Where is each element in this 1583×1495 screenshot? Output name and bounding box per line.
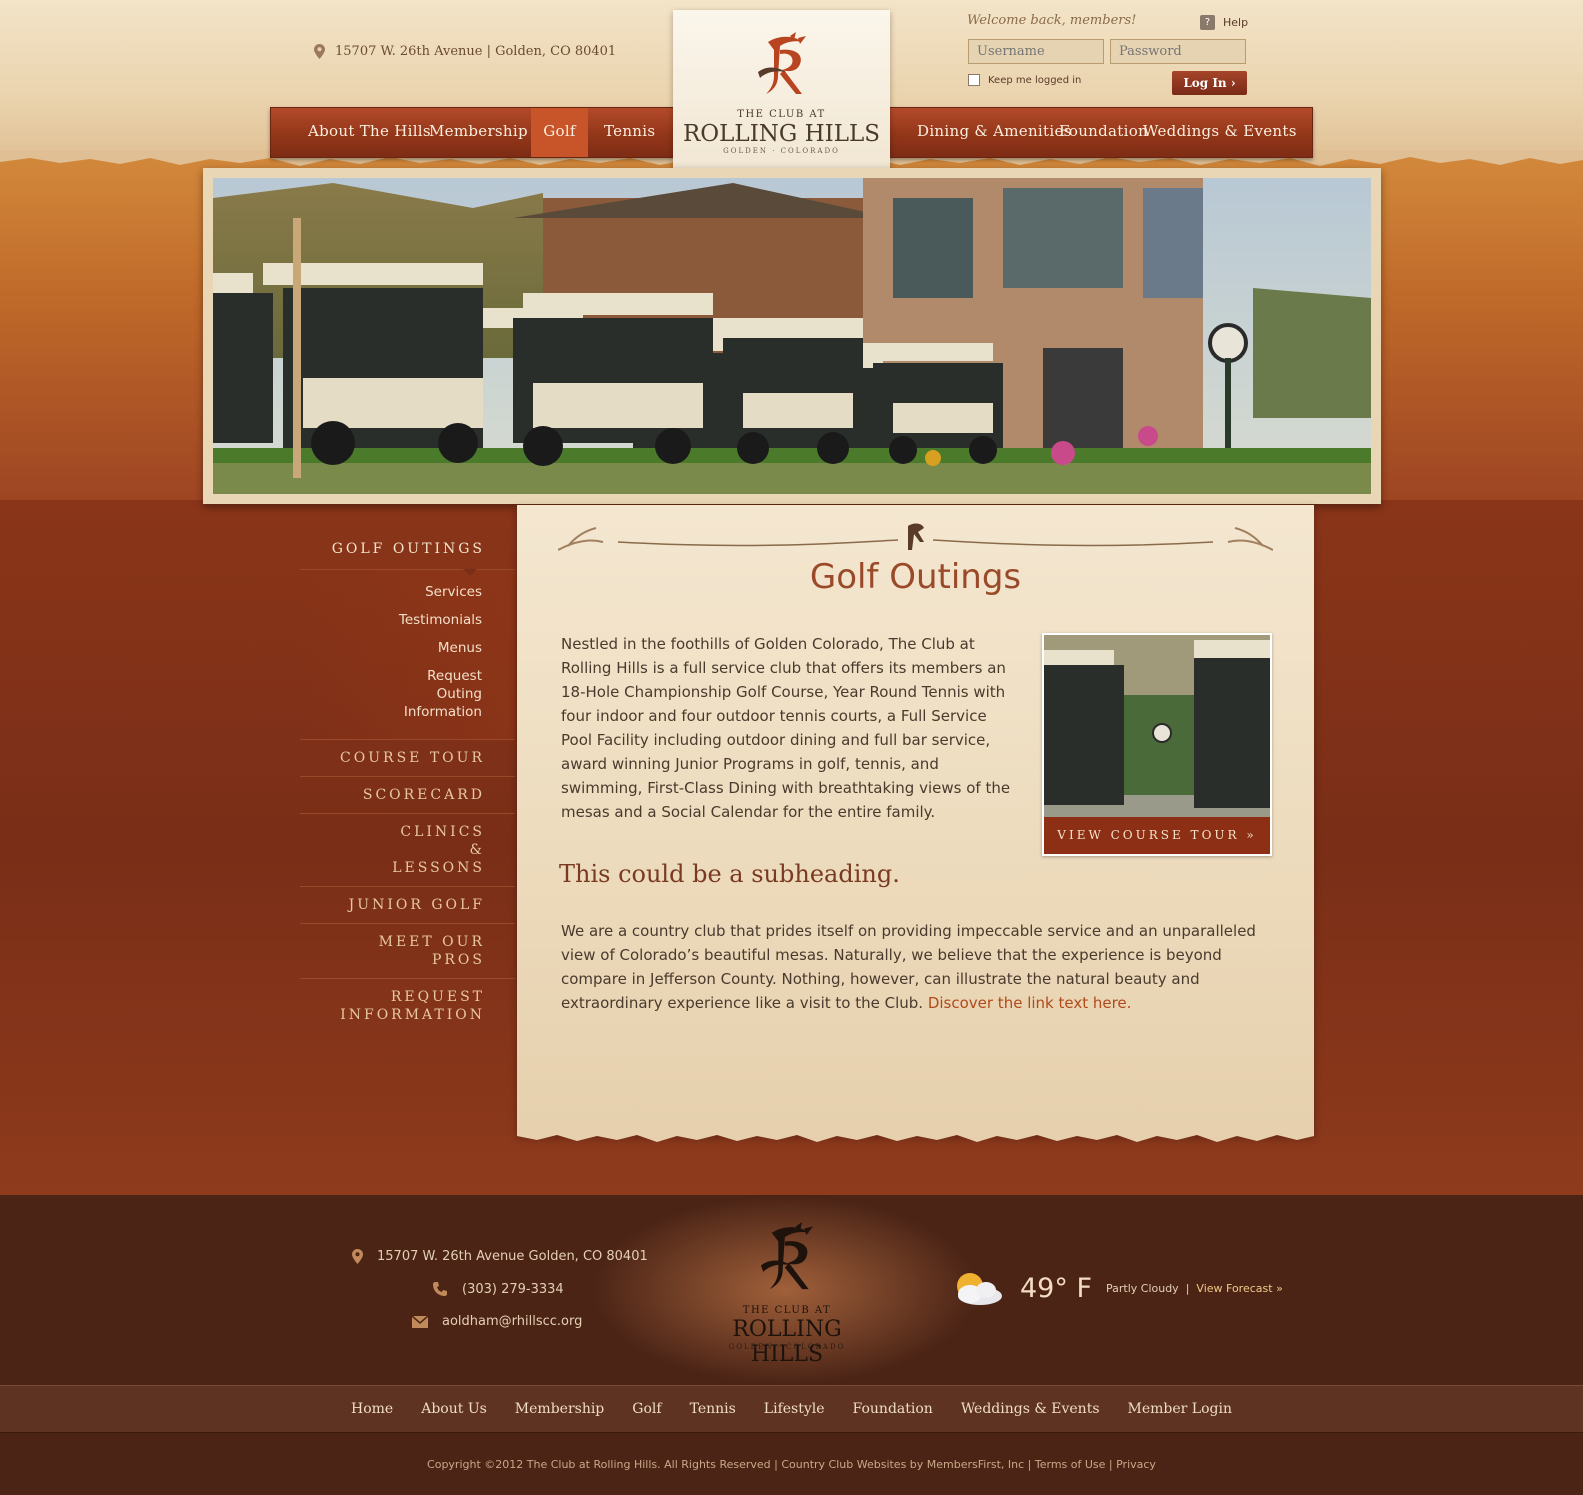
- footer-nav-lifestyle[interactable]: Lifestyle: [764, 1401, 825, 1417]
- footer-nav-membership[interactable]: Membership: [515, 1401, 604, 1417]
- course-tour-thumbnail: [1044, 635, 1270, 817]
- sidebar-nav: GOLF OUTINGS Services Testimonials Menus…: [300, 530, 515, 1033]
- partly-cloudy-icon: [957, 1273, 1002, 1305]
- phone-icon: [433, 1282, 447, 1296]
- logo-location-text: GOLDEN · COLORADO: [723, 147, 840, 155]
- footer-logo-location: GOLDEN · COLORADO: [728, 1343, 846, 1351]
- footer-email: aoldham@rhillscc.org: [412, 1314, 582, 1329]
- help-icon: ?: [1200, 15, 1215, 30]
- password-field[interactable]: [1110, 39, 1246, 64]
- view-course-tour-button[interactable]: VIEW COURSE TOUR »: [1044, 817, 1270, 854]
- nav-foundation[interactable]: Foundation: [1059, 108, 1148, 157]
- keep-logged-in-checkbox[interactable]: [968, 74, 980, 86]
- footer-nav-about-us[interactable]: About Us: [421, 1401, 487, 1417]
- nav-about-the-hills[interactable]: About The Hills: [308, 108, 431, 157]
- footer-address-text: 15707 W. 26th Avenue Golden, CO 80401: [377, 1249, 648, 1264]
- footer-nav-member-login[interactable]: Member Login: [1128, 1401, 1232, 1417]
- discover-link[interactable]: Discover the link text here.: [928, 994, 1132, 1012]
- keep-logged-in-label: Keep me logged in: [988, 74, 1082, 86]
- page-title: Golf Outings: [809, 557, 1022, 597]
- header-address: 15707 W. 26th Avenue | Golden, CO 80401: [314, 44, 616, 59]
- footer-address: 15707 W. 26th Avenue Golden, CO 80401: [352, 1249, 648, 1264]
- content-paragraph-text: We are a country club that prides itself…: [561, 922, 1256, 1012]
- nav-weddings-events[interactable]: Weddings & Events: [1143, 108, 1297, 157]
- footer-phone-text: (303) 279-3334: [462, 1281, 564, 1297]
- temperature: 49° F: [1020, 1272, 1092, 1304]
- content-paragraph: We are a country club that prides itself…: [561, 919, 1276, 1015]
- sidebar-item-junior-golf[interactable]: JUNIOR GOLF: [300, 887, 515, 924]
- header-address-text: 15707 W. 26th Avenue | Golden, CO 80401: [335, 44, 617, 59]
- nav-tennis[interactable]: Tennis: [604, 108, 655, 157]
- weather-condition-text: Partly Cloudy: [1105, 1281, 1179, 1295]
- weather-widget: 49° F Partly Cloudy | View Forecast »: [946, 1268, 1283, 1308]
- footer-nav-golf[interactable]: Golf: [632, 1401, 661, 1417]
- sidebar-subnav: Services Testimonials Menus Request Outi…: [300, 570, 515, 740]
- view-forecast-link[interactable]: View Forecast »: [1196, 1282, 1282, 1295]
- nav-dining-amenities[interactable]: Dining & Amenities: [917, 108, 1072, 157]
- footer-nav: Home About Us Membership Golf Tennis Lif…: [0, 1385, 1583, 1433]
- copyright: Copyright ©2012 The Club at Rolling Hill…: [427, 1458, 1156, 1471]
- location-pin-icon: [314, 44, 325, 59]
- help-link[interactable]: ? Help: [1200, 15, 1248, 30]
- content-subheading: This could be a subheading.: [559, 860, 900, 888]
- main-nav-right: Dining & Amenities Foundation Weddings &…: [888, 107, 1313, 158]
- footer-nav-foundation[interactable]: Foundation: [853, 1401, 933, 1417]
- login-button[interactable]: Log In ›: [1172, 71, 1247, 95]
- sidebar-subitem-menus[interactable]: Menus: [300, 639, 482, 657]
- sidebar-item-scorecard[interactable]: SCORECARD: [300, 777, 515, 814]
- clubhouse-golf-carts-photo: [213, 178, 1371, 494]
- footer-email-text[interactable]: aoldham@rhillscc.org: [442, 1314, 582, 1329]
- chevron-right-icon: ›: [1230, 76, 1236, 90]
- site-logo[interactable]: THE CLUB AT ROLLING HILLS GOLDEN · COLOR…: [673, 10, 890, 175]
- content-panel: Golf Outings Nestled in the foothills of…: [517, 505, 1314, 1135]
- rolling-hills-logo-icon: [758, 32, 806, 94]
- email-icon: [412, 1315, 428, 1328]
- keep-logged-in[interactable]: Keep me logged in: [968, 74, 1081, 86]
- welcome-message: Welcome back, members!: [967, 13, 1137, 28]
- sidebar-item-request-information[interactable]: REQUEST INFORMATION: [300, 979, 515, 1033]
- weather-separator: |: [1185, 1281, 1190, 1295]
- footer-nav-home[interactable]: Home: [351, 1401, 393, 1417]
- footer-nav-tennis[interactable]: Tennis: [690, 1401, 736, 1417]
- footer-logo-big: ROLLING HILLS: [732, 1317, 842, 1367]
- nav-membership[interactable]: Membership: [429, 108, 528, 157]
- sidebar-item-clinics-lessons[interactable]: CLINICS & LESSONS: [300, 814, 515, 887]
- help-label: Help: [1223, 16, 1249, 29]
- hero-image: [203, 168, 1381, 504]
- content-torn-edge: [517, 1130, 1314, 1142]
- sidebar-item-course-tour[interactable]: COURSE TOUR: [300, 740, 515, 777]
- weather-condition: Partly Cloudy | View Forecast »: [1106, 1282, 1283, 1295]
- sidebar-subitem-services[interactable]: Services: [300, 583, 482, 601]
- footer-phone: (303) 279-3334: [432, 1281, 564, 1297]
- footer-logo[interactable]: THE CLUB AT ROLLING HILLS GOLDEN · COLOR…: [697, 1222, 877, 1367]
- rolling-hills-logo-icon: [761, 1222, 813, 1290]
- ornament-divider-icon: [558, 523, 1273, 551]
- sidebar-subitem-request-outing[interactable]: Request Outing Information: [300, 667, 482, 721]
- sidebar-heading[interactable]: GOLF OUTINGS: [300, 530, 515, 576]
- main-nav-left: About The Hills Membership Golf Tennis: [270, 107, 675, 158]
- logo-big-text: ROLLING HILLS: [682, 121, 881, 147]
- intro-paragraph: Nestled in the foothills of Golden Color…: [561, 635, 1011, 821]
- username-field[interactable]: [968, 39, 1104, 64]
- location-pin-icon: [352, 1249, 363, 1264]
- sidebar-item-meet-our-pros[interactable]: MEET OUR PROS: [300, 924, 515, 979]
- footer-logo-small: THE CLUB AT: [742, 1305, 832, 1316]
- logo-small-text: THE CLUB AT: [737, 109, 826, 120]
- course-tour-card[interactable]: VIEW COURSE TOUR »: [1042, 633, 1272, 856]
- sidebar-heading-label: GOLF OUTINGS: [331, 541, 485, 557]
- login-button-label: Log In: [1183, 76, 1227, 90]
- nav-golf[interactable]: Golf: [531, 108, 588, 157]
- sidebar-subitem-testimonials[interactable]: Testimonials: [300, 611, 482, 629]
- footer-nav-weddings-events[interactable]: Weddings & Events: [961, 1401, 1100, 1417]
- sidebar-heading-notch: [463, 569, 477, 576]
